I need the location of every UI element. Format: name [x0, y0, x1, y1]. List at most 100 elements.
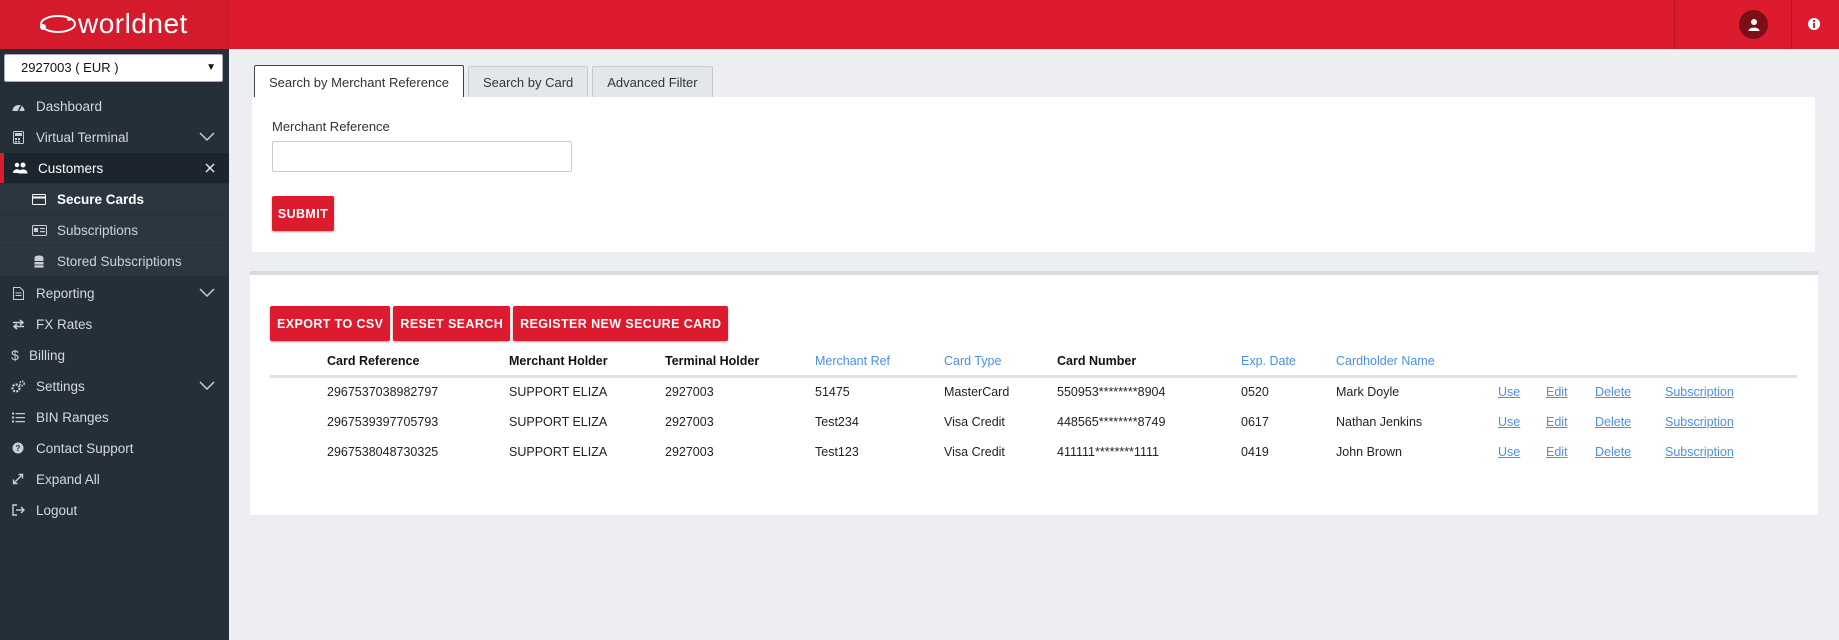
close-icon[interactable] [205, 161, 215, 176]
cell-card-type: Visa Credit [944, 445, 1005, 459]
column-header-cardholder-name[interactable]: Cardholder Name [1336, 354, 1435, 368]
edit-link[interactable]: Edit [1546, 445, 1568, 459]
sidebar-item-expand-all[interactable]: Expand All [0, 464, 229, 494]
account-select[interactable]: 2927003 ( EUR ) ▼ [4, 54, 223, 82]
caret-down-icon: ▼ [206, 62, 216, 73]
cell-card-number: 411111********1111 [1057, 445, 1159, 459]
sidebar-item-label: Dashboard [36, 98, 103, 114]
info-icon [1808, 18, 1820, 30]
database-icon [31, 254, 47, 268]
sidebar-item-customers[interactable]: Customers [0, 153, 229, 183]
svg-text:?: ? [16, 444, 21, 453]
cell-merchant-ref: Test234 [815, 415, 859, 429]
delete-link[interactable]: Delete [1595, 445, 1631, 459]
tab-search-by-card[interactable]: Search by Card [467, 66, 589, 97]
use-link[interactable]: Use [1498, 445, 1520, 459]
cell-merchant-holder: SUPPORT ELIZA [509, 385, 608, 399]
sidebar: 2927003 ( EUR ) ▼ Dashboard Virtual Term… [0, 49, 229, 640]
cell-cardholder-name: John Brown [1336, 445, 1403, 459]
sidebar-item-bin-ranges[interactable]: BIN Ranges [0, 402, 229, 432]
tab-advanced-filter[interactable]: Advanced Filter [592, 66, 713, 97]
sidebar-item-label: Logout [36, 502, 78, 518]
table-row: 2967537038982797 SUPPORT ELIZA 2927003 5… [270, 377, 1797, 407]
calculator-icon [10, 129, 26, 145]
table-header: Card Reference Merchant Holder Terminal … [270, 354, 1797, 378]
expand-icon [10, 471, 26, 487]
column-header-card-reference: Card Reference [327, 354, 420, 368]
column-header-exp-date[interactable]: Exp. Date [1241, 354, 1296, 368]
user-menu-button[interactable] [1739, 10, 1768, 39]
edit-link[interactable]: Edit [1546, 415, 1568, 429]
column-header-merchant-ref[interactable]: Merchant Ref [815, 354, 890, 368]
list-icon [10, 409, 26, 425]
results-actions: EXPORT TO CSV RESET SEARCH REGISTER NEW … [270, 306, 731, 341]
cell-card-number: 550953********8904 [1057, 385, 1166, 399]
use-link[interactable]: Use [1498, 385, 1520, 399]
register-secure-card-button[interactable]: REGISTER NEW SECURE CARD [513, 306, 729, 341]
cell-card-type: Visa Credit [944, 415, 1005, 429]
brand-area: worldnet [0, 0, 229, 49]
sidebar-subitem-secure-cards[interactable]: Secure Cards [0, 184, 229, 214]
cell-cardholder-name: Mark Doyle [1336, 385, 1400, 399]
export-csv-button[interactable]: EXPORT TO CSV [270, 306, 391, 341]
search-tabs: Search by Merchant Reference Search by C… [254, 65, 717, 98]
chevron-down-icon [199, 379, 215, 394]
submit-button[interactable]: SUBMIT [272, 196, 334, 231]
info-button[interactable] [1805, 15, 1823, 33]
sidebar-item-billing[interactable]: $ Billing [0, 340, 229, 370]
table-row: 2967538048730325 SUPPORT ELIZA 2927003 T… [270, 437, 1797, 467]
delete-link[interactable]: Delete [1595, 415, 1631, 429]
sidebar-item-logout[interactable]: Logout [0, 495, 229, 525]
sidebar-item-fx-rates[interactable]: FX Rates [0, 309, 229, 339]
credit-card-icon [31, 192, 47, 206]
sidebar-item-label: Billing [29, 347, 66, 363]
cell-merchant-ref: Test123 [815, 445, 859, 459]
logo-orbit-icon [40, 15, 76, 33]
sidebar-subitem-stored-subscriptions[interactable]: Stored Subscriptions [0, 246, 229, 276]
sidebar-item-settings[interactable]: Settings [0, 371, 229, 401]
subscription-link[interactable]: Subscription [1665, 415, 1734, 429]
cell-terminal-holder: 2927003 [665, 445, 714, 459]
subscription-link[interactable]: Subscription [1665, 385, 1734, 399]
cell-exp-date: 0617 [1241, 415, 1269, 429]
sidebar-item-virtual-terminal[interactable]: Virtual Terminal [0, 122, 229, 152]
sidebar-item-label: Contact Support [36, 440, 134, 456]
cell-card-reference: 2967537038982797 [327, 385, 439, 399]
account-select-value: 2927003 ( EUR ) [21, 60, 119, 75]
edit-link[interactable]: Edit [1546, 385, 1568, 399]
table-row: 2967539397705793 SUPPORT ELIZA 2927003 T… [270, 407, 1797, 437]
column-header-card-type[interactable]: Card Type [944, 354, 1001, 368]
column-header-terminal-holder: Terminal Holder [665, 354, 760, 368]
dashboard-icon [10, 98, 26, 114]
search-panel: Merchant Reference SUBMIT [252, 97, 1815, 252]
merchant-reference-label: Merchant Reference [272, 119, 390, 134]
use-link[interactable]: Use [1498, 415, 1520, 429]
cell-card-reference: 2967538048730325 [327, 445, 439, 459]
sidebar-item-label: BIN Ranges [36, 409, 109, 425]
sidebar-item-label: Virtual Terminal [36, 129, 129, 145]
sidebar-item-reporting[interactable]: Reporting [0, 278, 229, 308]
column-header-merchant-holder: Merchant Holder [509, 354, 608, 368]
sidebar-item-dashboard[interactable]: Dashboard [0, 91, 229, 121]
cell-terminal-holder: 2927003 [665, 415, 714, 429]
results-panel: EXPORT TO CSV RESET SEARCH REGISTER NEW … [250, 271, 1818, 515]
logout-icon [10, 502, 26, 518]
reset-search-button[interactable]: RESET SEARCH [393, 306, 511, 341]
chevron-down-icon [199, 130, 215, 145]
column-header-card-number: Card Number [1057, 354, 1137, 368]
subscription-link[interactable]: Subscription [1665, 445, 1734, 459]
question-icon: ? [10, 440, 26, 456]
logo-text: worldnet [78, 8, 188, 39]
merchant-reference-input[interactable] [272, 141, 572, 172]
delete-link[interactable]: Delete [1595, 385, 1631, 399]
cell-card-type: MasterCard [944, 385, 1010, 399]
top-header-bar: worldnet [0, 0, 1839, 49]
sidebar-subitem-subscriptions[interactable]: Subscriptions [0, 215, 229, 245]
cell-card-reference: 2967539397705793 [327, 415, 439, 429]
sidebar-item-label: Settings [36, 378, 85, 394]
user-icon [1748, 19, 1759, 31]
tab-search-by-merchant-reference[interactable]: Search by Merchant Reference [254, 65, 464, 98]
header-divider [1674, 0, 1675, 49]
worldnet-logo[interactable]: worldnet [36, 8, 188, 40]
sidebar-item-contact-support[interactable]: ? Contact Support [0, 433, 229, 463]
